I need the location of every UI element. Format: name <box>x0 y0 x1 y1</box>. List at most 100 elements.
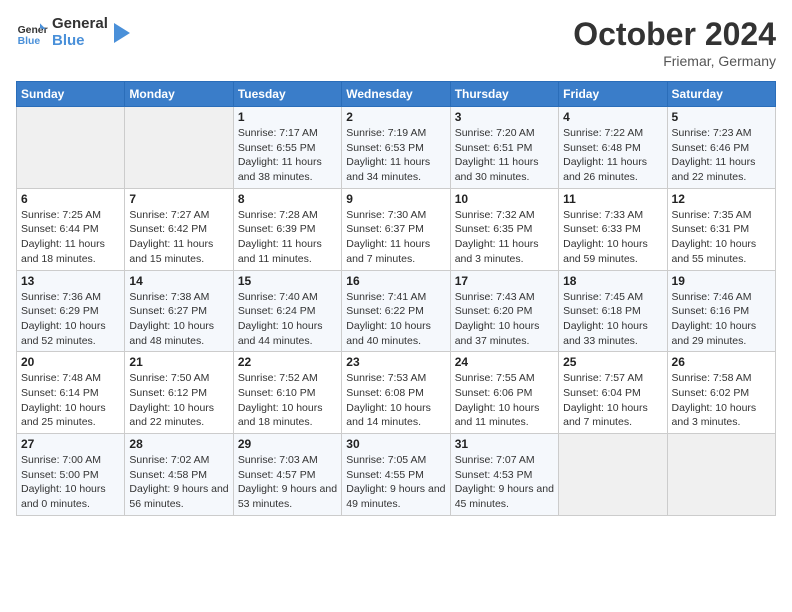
logo: General Blue General Blue <box>16 16 132 49</box>
calendar-cell: 8 Sunrise: 7:28 AMSunset: 6:39 PMDaylight… <box>233 188 341 270</box>
day-info: Sunrise: 7:40 AMSunset: 6:24 PMDaylight:… <box>238 290 337 349</box>
calendar-cell: 31 Sunrise: 7:07 AMSunset: 4:53 PMDayligh… <box>450 434 558 516</box>
day-number: 2 <box>346 110 445 124</box>
calendar-cell: 6Sunrise: 7:25 AMSunset: 6:44 PMDaylight… <box>17 188 125 270</box>
day-number: 14 <box>129 274 228 288</box>
day-number: 10 <box>455 192 554 206</box>
calendar-cell: 19 Sunrise: 7:46 AMSunset: 6:16 PMDayligh… <box>667 270 775 352</box>
day-info: Sunrise: 7:32 AMSunset: 6:35 PMDaylight:… <box>455 208 554 267</box>
calendar-cell: 21Sunrise: 7:50 AMSunset: 6:12 PMDayligh… <box>125 352 233 434</box>
day-number: 9 <box>346 192 445 206</box>
day-number: 11 <box>563 192 662 206</box>
day-info: Sunrise: 7:38 AMSunset: 6:27 PMDaylight:… <box>129 290 228 349</box>
day-number: 27 <box>21 437 120 451</box>
calendar-cell <box>559 434 667 516</box>
day-info: Sunrise: 7:27 AMSunset: 6:42 PMDaylight:… <box>129 208 228 267</box>
day-number: 17 <box>455 274 554 288</box>
calendar-cell: 30Sunrise: 7:05 AMSunset: 4:55 PMDayligh… <box>342 434 450 516</box>
month-title: October 2024 <box>573 16 776 53</box>
day-info: Sunrise: 7:28 AMSunset: 6:39 PMDaylight:… <box>238 208 337 267</box>
calendar-cell <box>17 107 125 189</box>
day-number: 31 <box>455 437 554 451</box>
day-number: 29 <box>238 437 337 451</box>
calendar-cell: 10 Sunrise: 7:32 AMSunset: 6:35 PMDayligh… <box>450 188 558 270</box>
day-info: Sunrise: 7:55 AMSunset: 6:06 PMDaylight:… <box>455 371 554 430</box>
day-number: 19 <box>672 274 771 288</box>
calendar-cell: 11 Sunrise: 7:33 AMSunset: 6:33 PMDayligh… <box>559 188 667 270</box>
calendar-cell: 27Sunrise: 7:00 AMSunset: 5:00 PMDayligh… <box>17 434 125 516</box>
day-number: 24 <box>455 355 554 369</box>
day-info: Sunrise: 7:52 AMSunset: 6:10 PMDaylight:… <box>238 371 337 430</box>
day-info: Sunrise: 7:58 AMSunset: 6:02 PMDaylight:… <box>672 371 771 430</box>
day-info: Sunrise: 7:03 AMSunset: 4:57 PMDaylight:… <box>238 453 337 512</box>
calendar-cell: 13Sunrise: 7:36 AMSunset: 6:29 PMDayligh… <box>17 270 125 352</box>
logo-blue: Blue <box>52 33 108 50</box>
day-info: Sunrise: 7:41 AMSunset: 6:22 PMDaylight:… <box>346 290 445 349</box>
day-info: Sunrise: 7:19 AMSunset: 6:53 PMDaylight:… <box>346 126 445 185</box>
calendar-week-row: 6Sunrise: 7:25 AMSunset: 6:44 PMDaylight… <box>17 188 776 270</box>
calendar-cell <box>125 107 233 189</box>
day-info: Sunrise: 7:43 AMSunset: 6:20 PMDaylight:… <box>455 290 554 349</box>
day-number: 25 <box>563 355 662 369</box>
logo-chevron-icon <box>112 19 132 47</box>
day-number: 21 <box>129 355 228 369</box>
day-number: 26 <box>672 355 771 369</box>
day-info: Sunrise: 7:02 AMSunset: 4:58 PMDaylight:… <box>129 453 228 512</box>
day-number: 8 <box>238 192 337 206</box>
calendar-cell: 23 Sunrise: 7:53 AMSunset: 6:08 PMDayligh… <box>342 352 450 434</box>
calendar-cell: 17 Sunrise: 7:43 AMSunset: 6:20 PMDayligh… <box>450 270 558 352</box>
day-info: Sunrise: 7:57 AMSunset: 6:04 PMDaylight:… <box>563 371 662 430</box>
calendar-cell: 12 Sunrise: 7:35 AMSunset: 6:31 PMDayligh… <box>667 188 775 270</box>
calendar-cell: 5 Sunrise: 7:23 AMSunset: 6:46 PMDaylight… <box>667 107 775 189</box>
day-info: Sunrise: 7:25 AMSunset: 6:44 PMDaylight:… <box>21 208 120 267</box>
day-of-week-header: Tuesday <box>233 82 341 107</box>
day-number: 4 <box>563 110 662 124</box>
day-number: 12 <box>672 192 771 206</box>
calendar-cell: 1Sunrise: 7:17 AMSunset: 6:55 PMDaylight… <box>233 107 341 189</box>
calendar-cell: 16 Sunrise: 7:41 AMSunset: 6:22 PMDayligh… <box>342 270 450 352</box>
day-info: Sunrise: 7:23 AMSunset: 6:46 PMDaylight:… <box>672 126 771 185</box>
day-number: 5 <box>672 110 771 124</box>
day-number: 13 <box>21 274 120 288</box>
calendar-cell: 4 Sunrise: 7:22 AMSunset: 6:48 PMDaylight… <box>559 107 667 189</box>
day-number: 28 <box>129 437 228 451</box>
day-number: 7 <box>129 192 228 206</box>
day-info: Sunrise: 7:46 AMSunset: 6:16 PMDaylight:… <box>672 290 771 349</box>
calendar-cell: 22 Sunrise: 7:52 AMSunset: 6:10 PMDayligh… <box>233 352 341 434</box>
calendar-week-row: 1Sunrise: 7:17 AMSunset: 6:55 PMDaylight… <box>17 107 776 189</box>
day-number: 22 <box>238 355 337 369</box>
day-info: Sunrise: 7:48 AMSunset: 6:14 PMDaylight:… <box>21 371 120 430</box>
svg-text:General: General <box>18 25 48 36</box>
day-number: 23 <box>346 355 445 369</box>
day-of-week-header: Monday <box>125 82 233 107</box>
day-info: Sunrise: 7:05 AMSunset: 4:55 PMDaylight:… <box>346 453 445 512</box>
day-info: Sunrise: 7:07 AMSunset: 4:53 PMDaylight:… <box>455 453 554 512</box>
calendar-table: SundayMondayTuesdayWednesdayThursdayFrid… <box>16 81 776 516</box>
calendar-cell: 9 Sunrise: 7:30 AMSunset: 6:37 PMDaylight… <box>342 188 450 270</box>
logo-icon: General Blue <box>16 17 48 49</box>
calendar-cell: 7 Sunrise: 7:27 AMSunset: 6:42 PMDaylight… <box>125 188 233 270</box>
day-info: Sunrise: 7:45 AMSunset: 6:18 PMDaylight:… <box>563 290 662 349</box>
day-number: 1 <box>238 110 337 124</box>
day-info: Sunrise: 7:53 AMSunset: 6:08 PMDaylight:… <box>346 371 445 430</box>
day-of-week-header: Wednesday <box>342 82 450 107</box>
calendar-cell <box>667 434 775 516</box>
day-number: 18 <box>563 274 662 288</box>
day-info: Sunrise: 7:33 AMSunset: 6:33 PMDaylight:… <box>563 208 662 267</box>
day-number: 3 <box>455 110 554 124</box>
day-of-week-header: Sunday <box>17 82 125 107</box>
day-number: 20 <box>21 355 120 369</box>
calendar-cell: 2 Sunrise: 7:19 AMSunset: 6:53 PMDaylight… <box>342 107 450 189</box>
day-of-week-header: Saturday <box>667 82 775 107</box>
day-info: Sunrise: 7:22 AMSunset: 6:48 PMDaylight:… <box>563 126 662 185</box>
calendar-cell: 3Sunrise: 7:20 AMSunset: 6:51 PMDaylight… <box>450 107 558 189</box>
day-number: 16 <box>346 274 445 288</box>
calendar-cell: 28 Sunrise: 7:02 AMSunset: 4:58 PMDayligh… <box>125 434 233 516</box>
calendar-cell: 24 Sunrise: 7:55 AMSunset: 6:06 PMDayligh… <box>450 352 558 434</box>
day-of-week-header: Thursday <box>450 82 558 107</box>
title-block: October 2024 Friemar, Germany <box>573 16 776 69</box>
day-info: Sunrise: 7:30 AMSunset: 6:37 PMDaylight:… <box>346 208 445 267</box>
location: Friemar, Germany <box>573 53 776 69</box>
day-info: Sunrise: 7:35 AMSunset: 6:31 PMDaylight:… <box>672 208 771 267</box>
calendar-cell: 25 Sunrise: 7:57 AMSunset: 6:04 PMDayligh… <box>559 352 667 434</box>
